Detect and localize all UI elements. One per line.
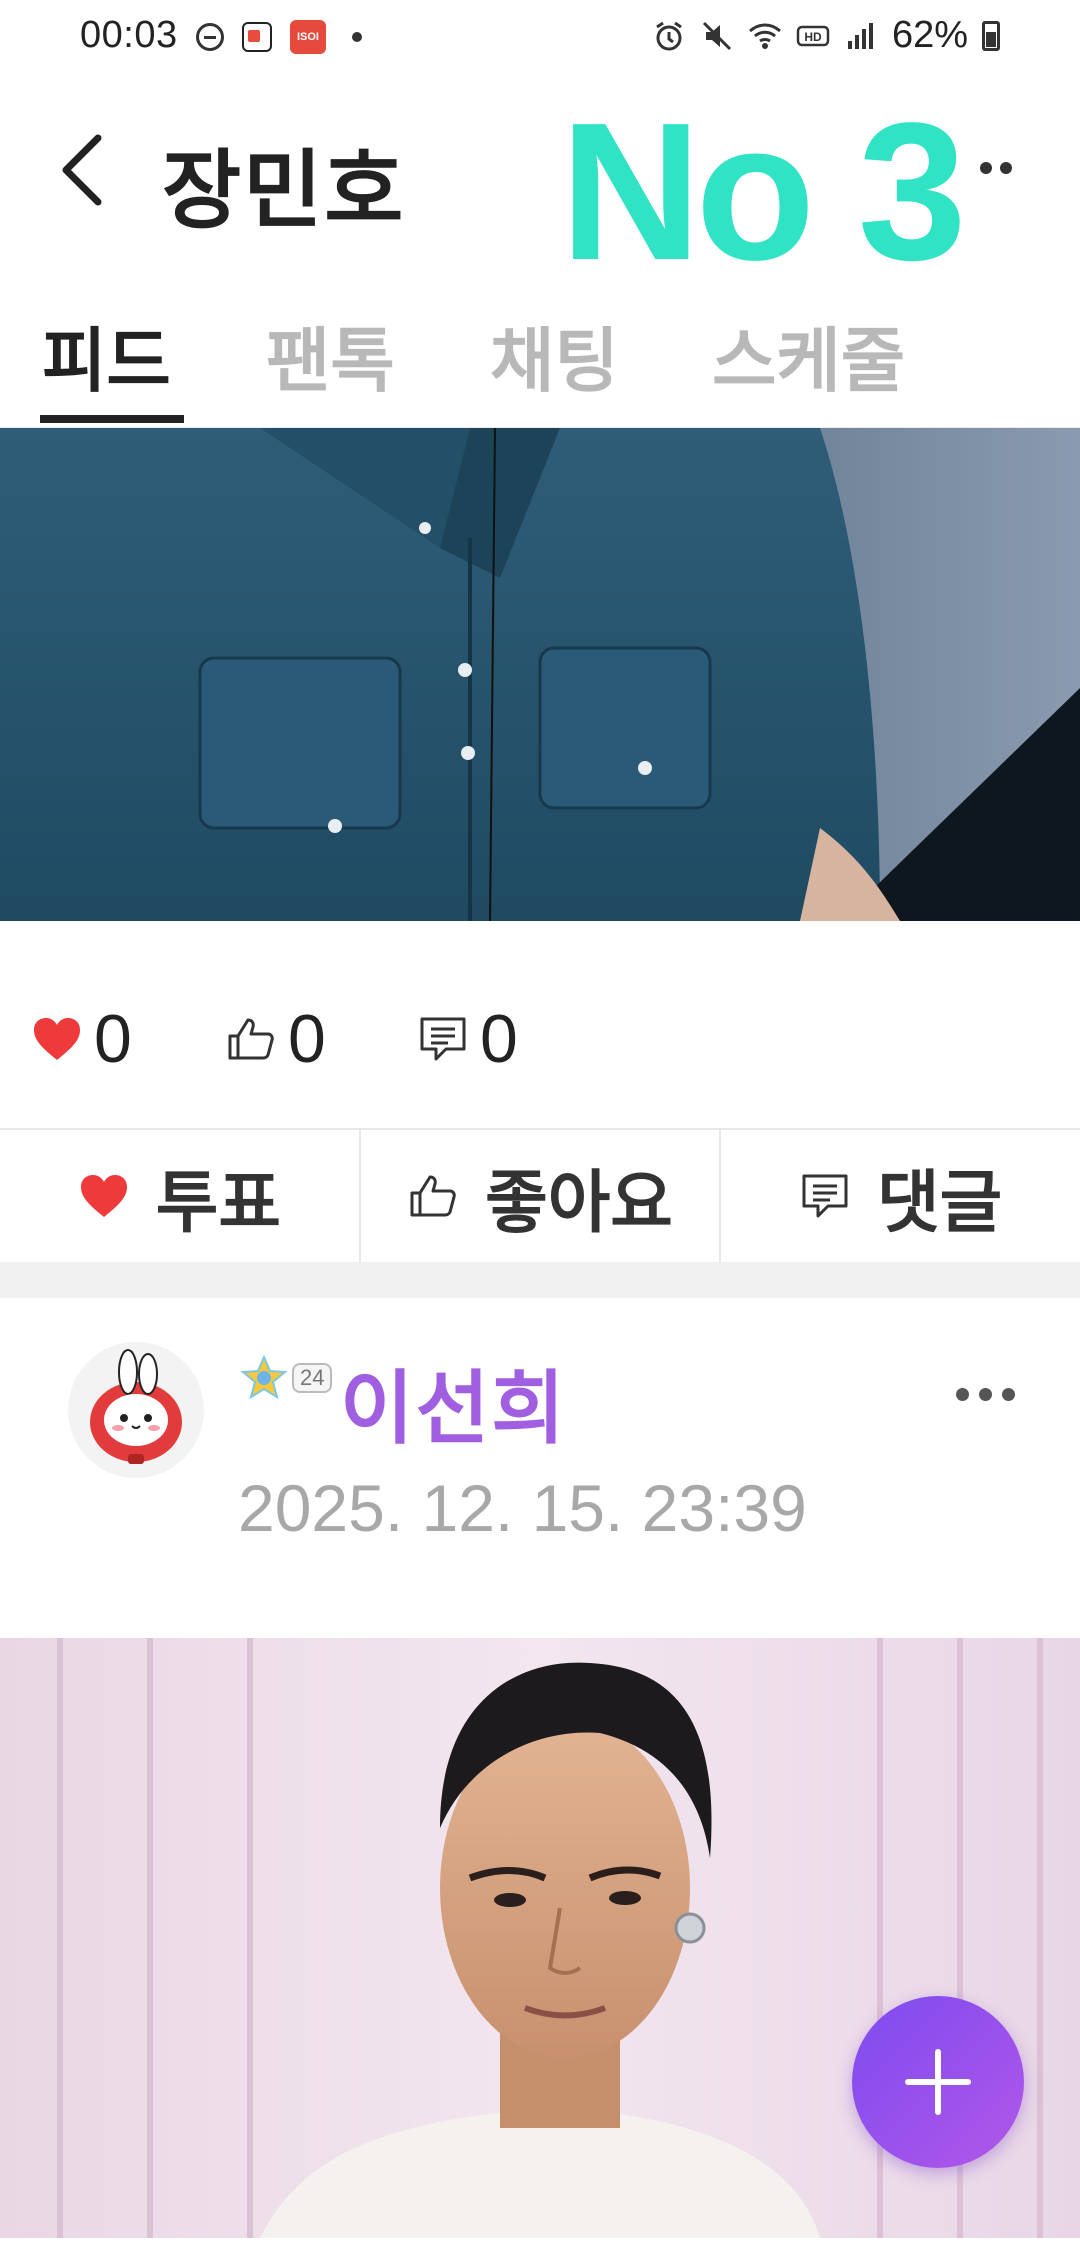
- status-time: 00:03: [80, 14, 178, 56]
- signal-icon: [847, 22, 873, 49]
- comment-icon: [420, 1017, 466, 1061]
- comment-button-label: 댓글: [877, 1164, 1003, 1241]
- more-options-icon[interactable]: [980, 162, 1012, 174]
- post-image[interactable]: [0, 428, 1080, 921]
- post-action-bar: 투표 좋아요 댓글: [0, 1128, 1080, 1264]
- like-count: 0: [226, 1000, 326, 1078]
- tab-chat[interactable]: 채팅: [490, 305, 619, 406]
- vote-button[interactable]: 투표: [0, 1130, 361, 1262]
- tab-schedule[interactable]: 스케줄: [712, 305, 905, 406]
- svg-text:HD: HD: [804, 30, 822, 44]
- post-date: 2025. 12. 15. 23:39: [238, 1471, 807, 1545]
- heart-icon: [34, 1018, 80, 1060]
- heart-icon: [80, 1175, 127, 1217]
- vote-count: 0: [32, 1000, 132, 1078]
- thumbs-up-icon: [410, 1175, 456, 1217]
- like-button[interactable]: 좋아요: [361, 1130, 722, 1262]
- add-post-button[interactable]: [852, 1996, 1024, 2168]
- alarm-icon: [656, 21, 682, 50]
- star-level-icon: [240, 1354, 288, 1400]
- bunny-avatar-graphic: [68, 1342, 204, 1478]
- status-left-icons: ISOI: [196, 20, 362, 54]
- rank-overlay-text: No 3: [560, 82, 967, 301]
- post-photo-graphic: [0, 428, 1080, 921]
- status-right-icons: HD 62%: [652, 14, 1000, 57]
- top-app-bar: 장민호 No 3: [0, 94, 1080, 290]
- comment-button[interactable]: 댓글: [721, 1130, 1080, 1262]
- avatar[interactable]: [68, 1342, 204, 1478]
- vote-count-value: 0: [94, 1001, 132, 1077]
- comment-count: 0: [418, 1000, 518, 1078]
- tab-feed[interactable]: 피드: [42, 305, 171, 406]
- tab-fantalk[interactable]: 팬톡: [266, 305, 395, 406]
- section-divider: [0, 1262, 1080, 1298]
- mute-icon: [702, 21, 731, 50]
- post-author-name[interactable]: 이선희: [340, 1344, 567, 1460]
- battery-icon: [982, 20, 1000, 51]
- wifi-icon: [748, 23, 781, 49]
- back-arrow-icon[interactable]: [52, 130, 112, 210]
- level-number: 24: [292, 1363, 333, 1393]
- like-button-label: 좋아요: [485, 1164, 673, 1241]
- app-notification-icon: [242, 22, 272, 52]
- isoi-app-icon: ISOI: [290, 20, 326, 54]
- tab-bar: 피드 팬톡 채팅 스케줄: [0, 295, 1080, 429]
- post-header: 24 이선희 2025. 12. 15. 23:39: [0, 1298, 1080, 1638]
- comment-count-value: 0: [480, 1001, 518, 1077]
- thumbs-up-icon: [228, 1018, 274, 1060]
- page-title: 장민호: [162, 143, 406, 239]
- like-count-value: 0: [288, 1001, 326, 1077]
- more-notifications-dot-icon: [352, 32, 362, 42]
- hd-voice-icon: HD: [796, 25, 830, 46]
- post-stats: 0 0 0: [0, 990, 1080, 1080]
- level-badge: 24: [240, 1354, 333, 1402]
- battery-percent: 62%: [891, 14, 968, 56]
- post-more-icon[interactable]: [956, 1388, 1015, 1401]
- vote-button-label: 투표: [155, 1164, 281, 1241]
- active-tab-indicator: [40, 415, 184, 423]
- status-bar: 00:03 ISOI HD 62%: [0, 0, 1080, 76]
- comment-icon: [802, 1174, 848, 1218]
- do-not-disturb-icon: [196, 23, 224, 51]
